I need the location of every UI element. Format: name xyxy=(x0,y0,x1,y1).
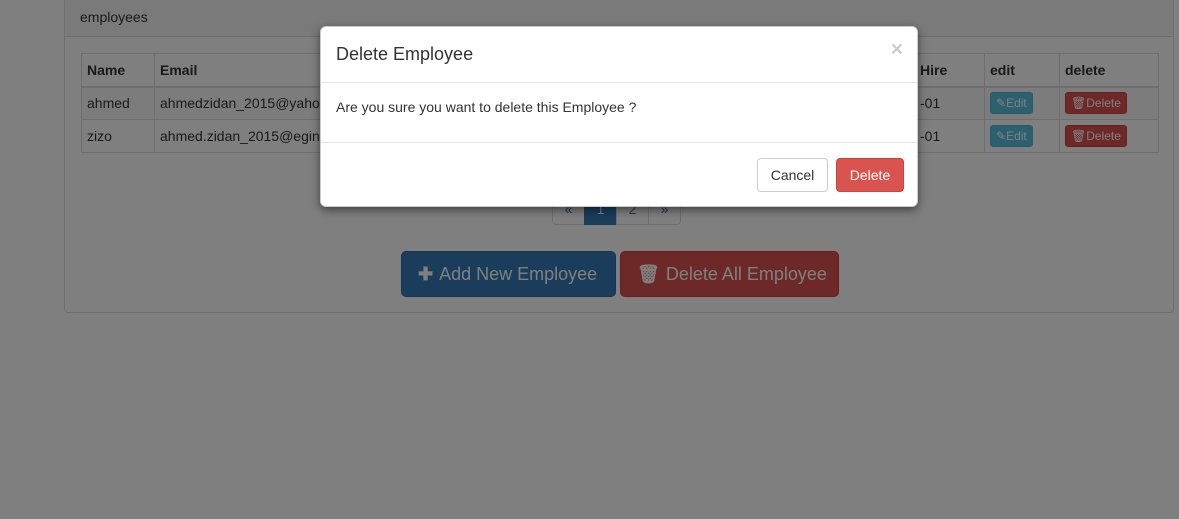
modal-header: Delete Employee × xyxy=(321,27,917,83)
delete-employee-modal: Delete Employee × Are you sure you want … xyxy=(320,26,918,207)
close-icon[interactable]: × xyxy=(891,39,903,60)
cancel-button[interactable]: Cancel xyxy=(757,158,828,192)
modal-title: Delete Employee xyxy=(336,44,474,64)
modal-footer: Cancel Delete xyxy=(321,143,917,207)
modal-message: Are you sure you want to delete this Emp… xyxy=(336,99,637,115)
modal-body: Are you sure you want to delete this Emp… xyxy=(321,83,917,143)
confirm-delete-button[interactable]: Delete xyxy=(836,158,904,192)
